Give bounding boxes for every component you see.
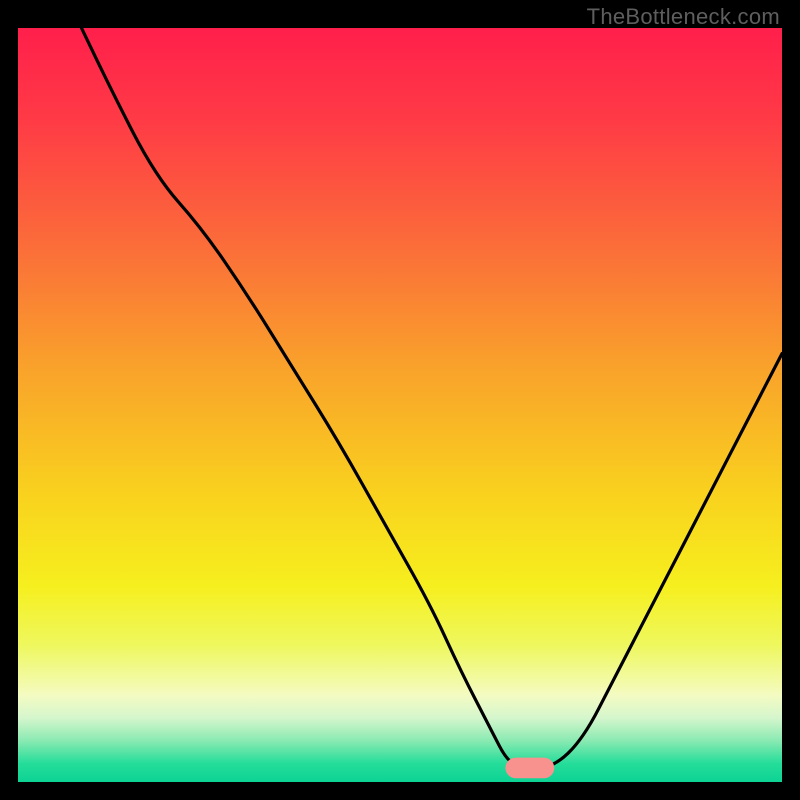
plot-area [18, 28, 782, 782]
gradient-background [18, 28, 782, 782]
watermark-text: TheBottleneck.com [587, 4, 780, 30]
optimum-marker [505, 758, 554, 779]
bottleneck-chart-svg [18, 28, 782, 782]
chart-frame: TheBottleneck.com [0, 0, 800, 800]
